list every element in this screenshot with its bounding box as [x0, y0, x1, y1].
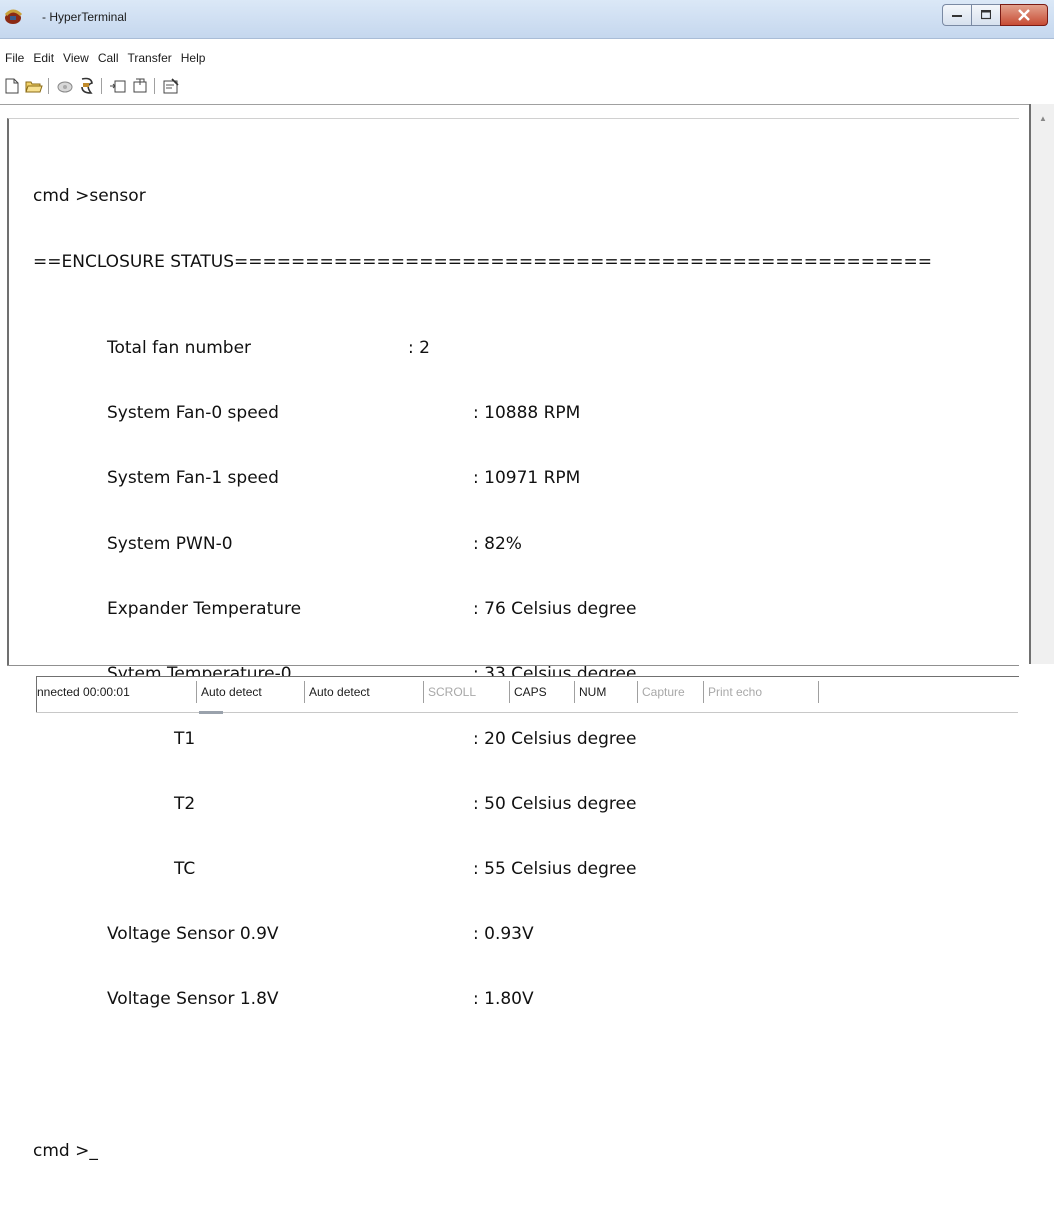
- hyperterminal-phone-icon[interactable]: [3, 6, 25, 26]
- toolbar-separator: [101, 78, 102, 94]
- row-value: : 82%: [473, 533, 522, 554]
- disconnect-icon[interactable]: [77, 76, 97, 96]
- row-label: Voltage Sensor 1.8V: [107, 989, 279, 1010]
- row-value: : 20 Celsius degree: [473, 728, 637, 749]
- status-row: TC : 55 Celsius degree: [33, 859, 932, 881]
- status-row: System Fan-1 speed : 10971 RPM: [33, 468, 932, 490]
- row-label: System PWN-0: [107, 533, 233, 554]
- menu-transfer[interactable]: Transfer: [124, 51, 176, 65]
- row-value: : 10888 RPM: [473, 403, 581, 424]
- menu-file[interactable]: File: [1, 51, 28, 65]
- status-caps: CAPS: [509, 681, 547, 703]
- call-icon[interactable]: [55, 76, 75, 96]
- row-label: System Fan-0 speed: [107, 403, 279, 424]
- receive-icon[interactable]: [130, 76, 150, 96]
- send-icon[interactable]: [108, 76, 128, 96]
- menu-edit[interactable]: Edit: [29, 51, 58, 65]
- row-label: T1: [174, 728, 196, 749]
- prompt-line: cmd >_: [33, 1141, 98, 1162]
- open-folder-icon[interactable]: [24, 76, 44, 96]
- maximize-icon: [981, 10, 991, 20]
- terminal-bottom-divider: [7, 665, 1019, 666]
- properties-icon[interactable]: [161, 76, 181, 96]
- row-label: Total fan number: [107, 338, 252, 359]
- status-print-echo: Print echo: [703, 681, 819, 703]
- maximize-button[interactable]: [971, 4, 1000, 26]
- status-row: Voltage Sensor 0.9V : 0.93V: [33, 924, 932, 946]
- caption-buttons: [942, 4, 1048, 26]
- minimize-button[interactable]: [942, 4, 971, 26]
- row-value: : 55 Celsius degree: [473, 859, 637, 880]
- row-value: : 2: [408, 338, 430, 359]
- title-bar: - HyperTerminal: [0, 0, 1054, 39]
- row-label: Expander Temperature: [107, 598, 302, 619]
- menu-call[interactable]: Call: [94, 51, 123, 65]
- toolbar-separator: [48, 78, 49, 94]
- row-label: TC: [174, 859, 196, 880]
- status-scroll: SCROLL: [423, 681, 476, 703]
- vertical-scrollbar[interactable]: ▲: [1029, 104, 1054, 664]
- status-header: ==ENCLOSURE STATUS======================…: [33, 251, 932, 272]
- bottom-border: [36, 712, 1018, 713]
- terminal-output: cmd >sensor ==ENCLOSURE STATUS==========…: [33, 143, 932, 1206]
- status-bar: nnected 00:00:01 Auto detect Auto detect…: [36, 676, 1019, 712]
- row-value: : 10971 RPM: [473, 468, 581, 489]
- status-connection: nnected 00:00:01: [37, 685, 130, 699]
- new-document-icon[interactable]: [2, 76, 22, 96]
- row-label: T2: [174, 793, 196, 814]
- status-settings: Auto detect: [304, 681, 370, 703]
- row-value: : 1.80V: [473, 989, 534, 1010]
- status-row: Expander Temperature : 76 Celsius degree: [33, 599, 932, 621]
- terminal-screen[interactable]: cmd >sensor ==ENCLOSURE STATUS==========…: [7, 118, 1019, 1161]
- status-num: NUM: [574, 681, 606, 703]
- status-emulation: Auto detect: [196, 681, 262, 703]
- row-label: Voltage Sensor 0.9V: [107, 924, 279, 945]
- menu-view[interactable]: View: [59, 51, 93, 65]
- status-row: Total fan number : 2: [33, 338, 932, 360]
- command-line: cmd >sensor: [33, 186, 146, 207]
- window-title: - HyperTerminal: [42, 10, 127, 24]
- frame-divider: [0, 104, 1054, 105]
- scroll-up-icon[interactable]: ▲: [1039, 114, 1047, 123]
- status-row: System Fan-0 speed : 10888 RPM: [33, 403, 932, 425]
- close-icon: [1018, 9, 1030, 21]
- row-value: : 0.93V: [473, 924, 534, 945]
- toolbar: [0, 74, 1054, 98]
- status-row: System PWN-0 : 82%: [33, 534, 932, 556]
- status-row: Voltage Sensor 1.8V : 1.80V: [33, 989, 932, 1011]
- close-button[interactable]: [1000, 4, 1048, 26]
- status-capture: Capture: [637, 681, 685, 703]
- row-value: : 50 Celsius degree: [473, 793, 637, 814]
- status-row: T2 : 50 Celsius degree: [33, 794, 932, 816]
- row-value: : 76 Celsius degree: [473, 598, 637, 619]
- row-label: System Fan-1 speed: [107, 468, 279, 489]
- menu-bar: File Edit View Call Transfer Help: [0, 47, 1054, 69]
- horizontal-scroll-thumb[interactable]: [199, 711, 223, 714]
- toolbar-separator: [154, 78, 155, 94]
- menu-help[interactable]: Help: [177, 51, 210, 65]
- minimize-icon: [952, 15, 962, 17]
- status-row: T1 : 20 Celsius degree: [33, 729, 932, 751]
